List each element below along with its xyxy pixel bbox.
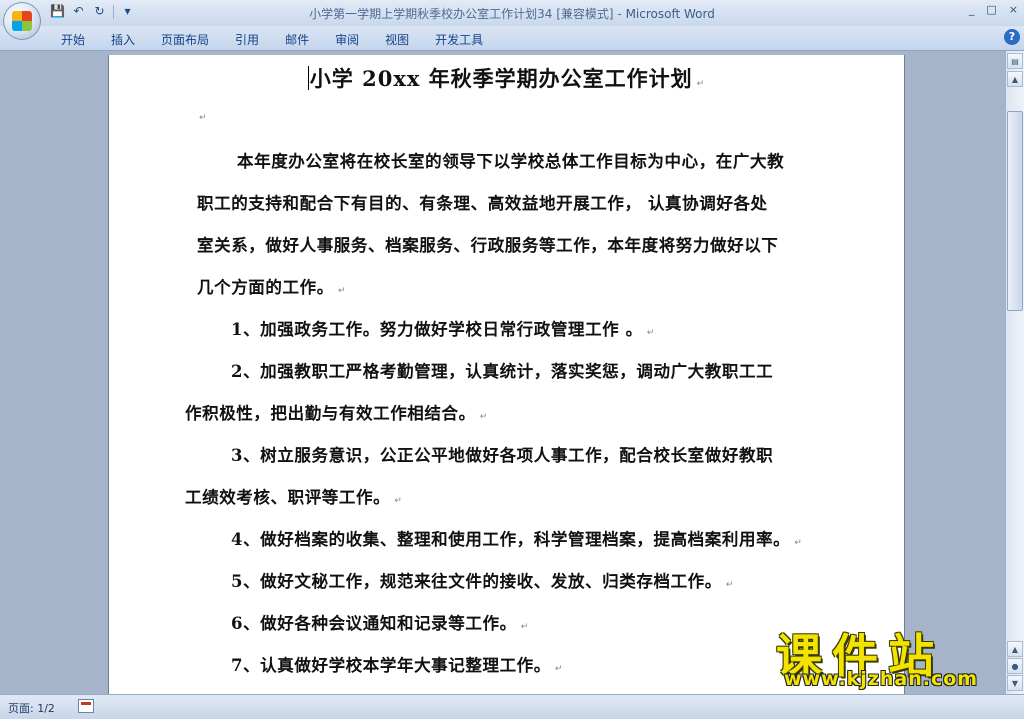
close-button[interactable]: × xyxy=(1009,3,1018,16)
list-item: 3、树立服务意识，公正公平地做好各项人事工作，配合校长室做好教职 工绩效考核、职… xyxy=(185,435,865,522)
paragraph-mark-icon: ↵ xyxy=(199,113,207,123)
tab-view[interactable]: 视图 xyxy=(372,31,422,48)
text-cursor xyxy=(307,66,309,90)
maximize-button[interactable]: □ xyxy=(986,3,996,16)
page-number-status[interactable]: 页面: 1/2 xyxy=(8,700,55,716)
tab-insert[interactable]: 插入 xyxy=(98,31,148,48)
document-area: 小学 20xx 年秋季学期办公室工作计划 ↵ ↵ 本年度办公室将在校长室的领导下以… xyxy=(0,51,1006,694)
list-item: 1、加强政务工作。努力做好学校日常行政管理工作 。 ↵ xyxy=(231,309,655,354)
tab-references[interactable]: 引用 xyxy=(222,31,272,48)
tab-list: 开始 插入 页面布局 引用 邮件 审阅 视图 开发工具 xyxy=(48,31,496,48)
scroll-thumb[interactable] xyxy=(1007,111,1023,311)
document-title-text: 小学 20xx 年秋季学期办公室工作计划 xyxy=(309,66,693,91)
tab-review[interactable]: 审阅 xyxy=(322,31,372,48)
list-item: 4、做好档案的收集、整理和使用工作，科学管理档案，提高档案利用率。 ↵ xyxy=(231,519,802,564)
office-logo-icon xyxy=(12,11,32,31)
window-title: 小学第一学期上学期秋季校办公室工作计划34 [兼容模式] - Microsoft… xyxy=(0,5,1024,22)
minimize-button[interactable]: _ xyxy=(969,3,975,16)
proofing-status-icon[interactable] xyxy=(78,699,94,713)
tab-mailings[interactable]: 邮件 xyxy=(272,31,322,48)
intro-paragraph: 本年度办公室将在校长室的领导下以学校总体工作目标为中心，在广大教 职工的支持和配… xyxy=(197,141,847,312)
text-line: 6、做好各种会议通知和记录等工作。 xyxy=(231,614,517,633)
scroll-up-icon[interactable]: ▲ xyxy=(1007,71,1023,87)
title-bar: 💾 ↶ ↻ ▾ 小学第一学期上学期秋季校办公室工作计划34 [兼容模式] - M… xyxy=(0,0,1024,40)
document-title: 小学 20xx 年秋季学期办公室工作计划 ↵ xyxy=(109,63,904,93)
window-controls: _ □ × xyxy=(969,3,1018,16)
text-line: 2、加强教职工严格考勤管理，认真统计，落实奖惩，调动广大教职工工 xyxy=(231,362,774,381)
list-item: 2、加强教职工严格考勤管理，认真统计，落实奖惩，调动广大教职工工 作积极性，把出… xyxy=(185,351,865,438)
paragraph-mark-icon: ↵ xyxy=(554,664,564,674)
tab-developer[interactable]: 开发工具 xyxy=(422,31,496,48)
paragraph-mark-icon: ↵ xyxy=(520,622,529,632)
watermark-url: www.kjzhan.com xyxy=(784,668,979,690)
paragraph-mark-icon: ↵ xyxy=(696,79,706,89)
document-page[interactable]: 小学 20xx 年秋季学期办公室工作计划 ↵ ↵ 本年度办公室将在校长室的领导下以… xyxy=(109,55,904,694)
text-line: 4、做好档案的收集、整理和使用工作，科学管理档案，提高档案利用率。 xyxy=(231,530,791,549)
help-icon[interactable]: ? xyxy=(1004,29,1020,45)
paragraph-mark-icon: ↵ xyxy=(646,328,655,338)
text-line: 7、认真做好学校本学年大事记整理工作。 xyxy=(231,656,551,675)
title-separator: - xyxy=(613,7,626,21)
document-name: 小学第一学期上学期秋季校办公室工作计划34 [兼容模式] xyxy=(309,7,614,21)
tab-home[interactable]: 开始 xyxy=(48,31,98,48)
list-item: 5、做好文秘工作，规范来往文件的接收、发放、归类存档工作。 ↵ xyxy=(231,561,734,606)
ribbon-tabs: 开始 插入 页面布局 引用 邮件 审阅 视图 开发工具 ? xyxy=(0,26,1024,51)
list-item: 6、做好各种会议通知和记录等工作。 ↵ xyxy=(231,603,529,648)
text-line: 几个方面的工作。 xyxy=(197,278,334,297)
paragraph-mark-icon: ↵ xyxy=(337,286,346,296)
paragraph-mark-icon: ↵ xyxy=(394,496,403,506)
paragraph-mark-icon: ↵ xyxy=(794,538,803,548)
tab-page-layout[interactable]: 页面布局 xyxy=(148,31,222,48)
vertical-scrollbar[interactable]: ▤ ▲ ▲ ● ▼ xyxy=(1005,51,1024,694)
ruler-toggle-icon[interactable]: ▤ xyxy=(1007,53,1023,69)
list-item: 7、认真做好学校本学年大事记整理工作。 ↵ xyxy=(231,645,563,690)
text-line: 职工的支持和配合下有目的、有条理、高效益地开展工作， 认真协调好各处 xyxy=(197,194,768,213)
text-line: 3、树立服务意识，公正公平地做好各项人事工作，配合校长室做好教职 xyxy=(231,446,774,465)
app-name: Microsoft Word xyxy=(625,7,715,21)
paragraph-mark-icon: ↵ xyxy=(725,580,735,590)
watermark-logo: 课件站 www.kjzhan.com xyxy=(770,620,1010,692)
text-line: 本年度办公室将在校长室的领导下以学校总体工作目标为中心，在广大教 xyxy=(237,152,785,171)
status-bar: 页面: 1/2 xyxy=(0,694,1024,719)
text-line: 工绩效考核、职评等工作。 xyxy=(185,488,391,507)
paragraph-mark-icon: ↵ xyxy=(479,412,488,422)
text-line: 室关系，做好人事服务、档案服务、行政服务等工作，本年度将努力做好以下 xyxy=(197,236,779,255)
text-line: 5、做好文秘工作，规范来往文件的接收、发放、归类存档工作。 xyxy=(231,572,722,591)
office-button[interactable] xyxy=(3,2,41,40)
text-line: 作积极性，把出勤与有效工作相结合。 xyxy=(185,404,476,423)
text-line: 1、加强政务工作。努力做好学校日常行政管理工作 。 xyxy=(231,320,643,339)
